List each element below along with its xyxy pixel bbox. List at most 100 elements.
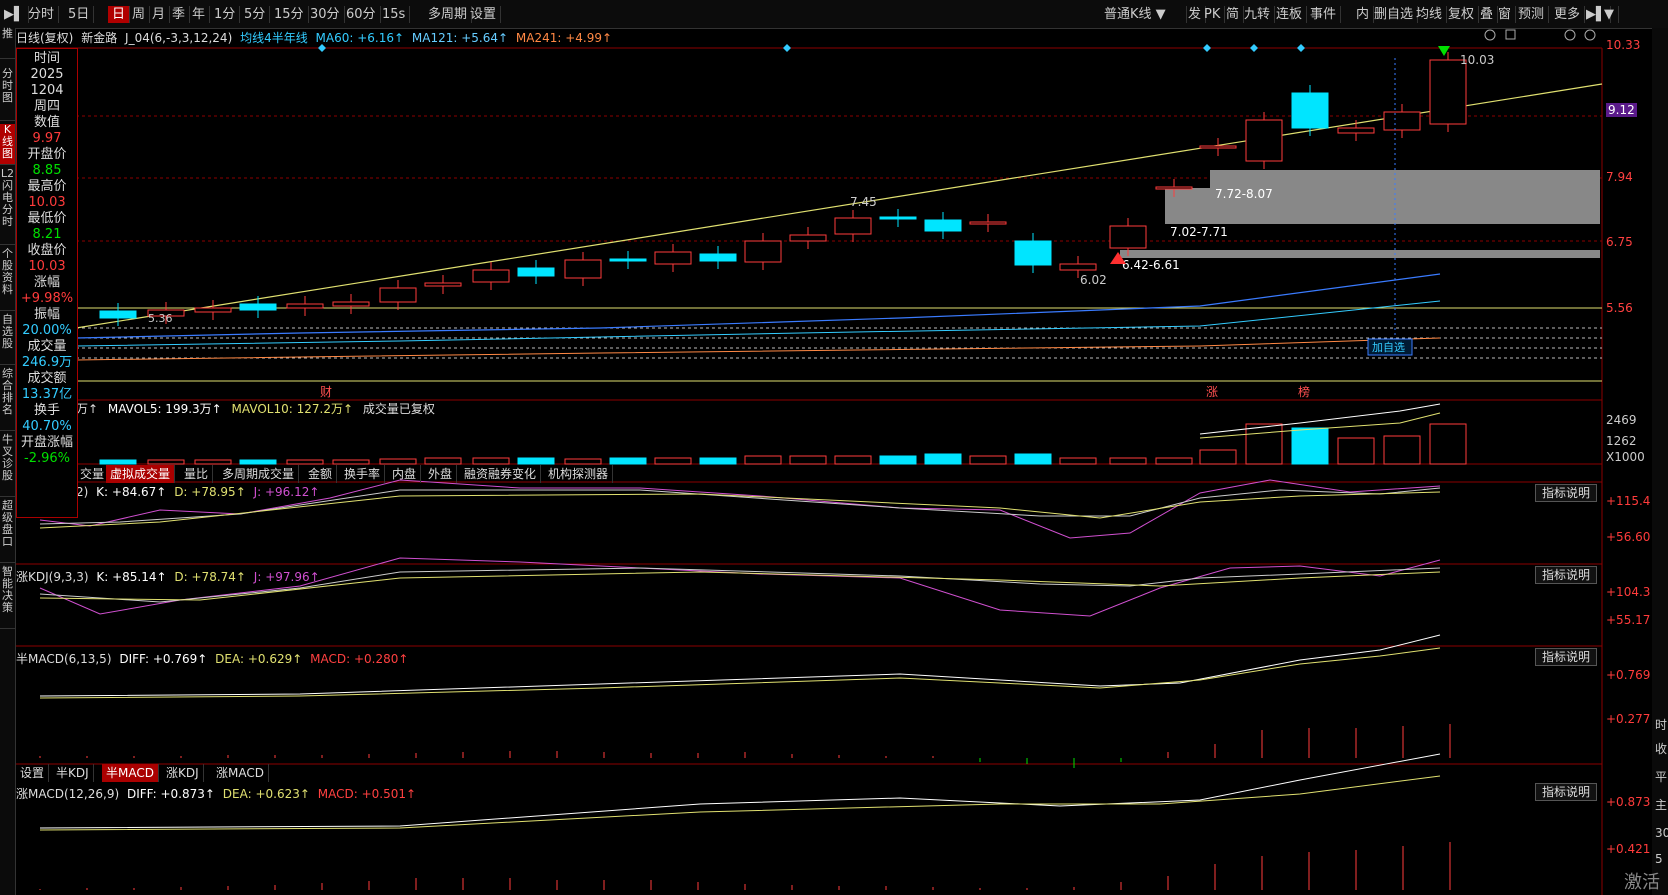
tool-均线[interactable]: 均线 [1412, 6, 1448, 23]
tab-量比[interactable]: 量比 [180, 465, 214, 483]
period-日[interactable]: 日 [108, 6, 131, 23]
tool-更多[interactable]: 更多 [1550, 6, 1586, 23]
candle[interactable] [969, 221, 1007, 225]
period-5分[interactable]: 5分 [240, 6, 271, 23]
vol-tick: 1262 [1606, 434, 1637, 448]
event-diamond-icon[interactable] [1250, 44, 1258, 52]
tab-机构探测器[interactable]: 机构探测器 [544, 465, 614, 483]
period-分时[interactable]: 分时 [24, 6, 60, 23]
candle[interactable] [924, 219, 962, 232]
tab-半macd[interactable]: 半MACD [102, 764, 159, 782]
tool-窗[interactable]: 窗 [1494, 6, 1517, 23]
candle[interactable] [517, 267, 555, 277]
zoom-in-icon[interactable] [1564, 29, 1576, 41]
kline-type-select[interactable]: 普通K线 ▼ [1100, 6, 1187, 23]
tab-多周期成交量[interactable]: 多周期成交量 [218, 465, 300, 483]
volume-bar [744, 455, 782, 465]
candle[interactable] [1059, 263, 1097, 271]
candle[interactable] [194, 307, 232, 313]
event-diamond-icon[interactable] [318, 44, 326, 52]
tab-虚拟成交量[interactable]: 虚拟成交量 [106, 465, 176, 483]
event-diamond-icon[interactable] [783, 44, 791, 52]
tab-内盘[interactable]: 内盘 [388, 465, 422, 483]
period-30分[interactable]: 30分 [306, 6, 345, 23]
lock-icon[interactable] [1505, 29, 1516, 40]
candle[interactable] [744, 240, 782, 263]
dropdown-icon[interactable]: ▼ [1600, 6, 1619, 23]
candle[interactable] [1109, 225, 1147, 249]
macd1-name: 半MACD(6,13,5) [16, 652, 112, 666]
candle[interactable] [99, 310, 137, 319]
price-current: 9.12 [1606, 103, 1637, 117]
tab-交量[interactable]: 交量 [76, 465, 110, 483]
zoom-out-icon[interactable] [1584, 29, 1596, 41]
candle[interactable] [1155, 186, 1193, 190]
tab-换手率[interactable]: 换手率 [340, 465, 386, 483]
kdj2-explain-button[interactable]: 指标说明 [1535, 566, 1597, 584]
candle[interactable] [379, 287, 417, 303]
period-1分[interactable]: 1分 [210, 6, 241, 23]
candle[interactable] [332, 301, 370, 307]
candle[interactable] [834, 217, 872, 235]
period-5日[interactable]: 5日 [64, 6, 95, 23]
candle[interactable] [564, 259, 602, 279]
period-多周期[interactable]: 多周期 [424, 6, 473, 23]
candle[interactable] [239, 303, 277, 311]
candle[interactable] [1383, 111, 1421, 131]
tab-半kdj[interactable]: 半KDJ [52, 764, 94, 782]
period-年[interactable]: 年 [188, 6, 211, 23]
macd2-macd: MACD: +0.501↑ [317, 787, 417, 801]
info-label: 收盘价 [27, 243, 67, 258]
period-15分[interactable]: 15分 [270, 6, 309, 23]
tool-复权[interactable]: 复权 [1444, 6, 1480, 23]
candle[interactable] [1337, 127, 1375, 134]
kdj1-d: D: +78.95↑ [174, 485, 246, 499]
event-diamond-icon[interactable] [1203, 44, 1211, 52]
tab-设置[interactable]: 设置 [16, 764, 50, 782]
tool-九转[interactable]: 九转 [1240, 6, 1276, 23]
macd2-explain-button[interactable]: 指标说明 [1535, 783, 1597, 801]
period-月[interactable]: 月 [148, 6, 171, 23]
candle[interactable] [699, 253, 737, 262]
volume-bar [286, 459, 324, 465]
tab-外盘[interactable]: 外盘 [424, 465, 458, 483]
candle[interactable] [424, 282, 462, 287]
kdj1-explain-button[interactable]: 指标说明 [1535, 484, 1597, 502]
candle[interactable] [1291, 92, 1329, 129]
period-周[interactable]: 周 [128, 6, 151, 23]
info-label: 成交额 [27, 371, 67, 386]
info-value: 2025 [30, 67, 64, 82]
tab-涨macd[interactable]: 涨MACD [212, 764, 269, 782]
candle[interactable] [654, 251, 692, 265]
event-diamond-icon[interactable] [1297, 44, 1305, 52]
volume-bar [924, 453, 962, 465]
candle[interactable] [286, 303, 324, 309]
candle[interactable] [1199, 145, 1237, 149]
candle[interactable] [1014, 240, 1052, 266]
settings-button[interactable]: 设置 [466, 6, 502, 23]
period-季[interactable]: 季 [168, 6, 191, 23]
tab-金额[interactable]: 金额 [304, 465, 338, 483]
tool-预测[interactable]: 预测 [1514, 6, 1550, 23]
tool-连板[interactable]: 连板 [1272, 6, 1308, 23]
macd1-explain-button[interactable]: 指标说明 [1535, 648, 1597, 666]
candle[interactable] [879, 216, 917, 220]
price-tick: 6.75 [1606, 235, 1633, 249]
volume-bar [1199, 449, 1237, 465]
candle[interactable] [609, 258, 647, 262]
candle[interactable] [472, 269, 510, 283]
eye-icon[interactable] [1484, 29, 1496, 41]
info-label: 最高价 [27, 179, 67, 194]
volume-bar [99, 459, 137, 465]
tool-事件[interactable]: 事件 [1306, 6, 1342, 23]
period-60分[interactable]: 60分 [342, 6, 381, 23]
period-15s[interactable]: 15s [378, 6, 411, 23]
tool-删自选[interactable]: 删自选 [1370, 6, 1419, 23]
candle[interactable] [789, 234, 827, 242]
volume-bar [1383, 435, 1421, 465]
candle[interactable] [1429, 59, 1467, 125]
tab-融资融券变化[interactable]: 融资融券变化 [460, 465, 542, 483]
tab-涨kdj[interactable]: 涨KDJ [162, 764, 204, 782]
candle[interactable] [1245, 119, 1283, 162]
info-value: 8.21 [32, 227, 62, 242]
